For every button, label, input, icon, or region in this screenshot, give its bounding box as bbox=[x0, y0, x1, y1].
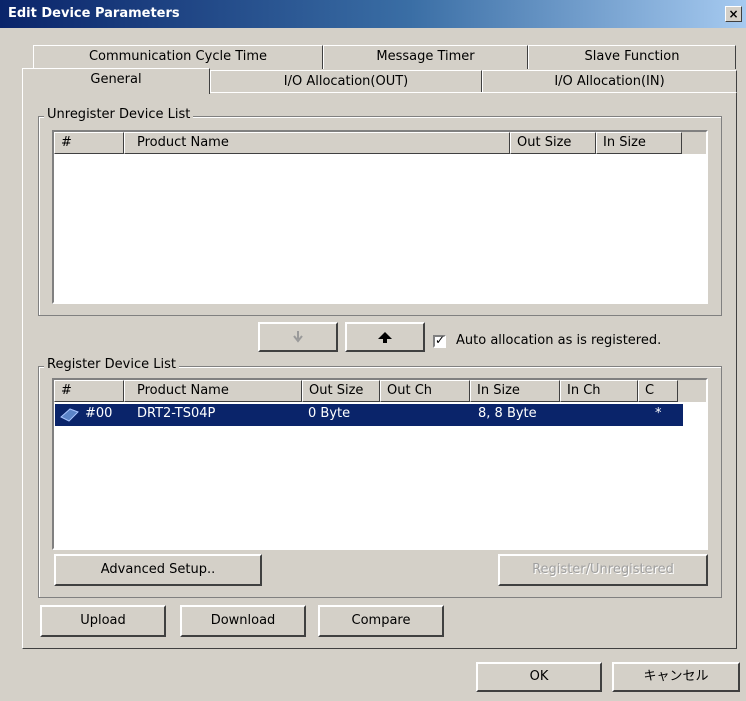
column-header-c[interactable]: C bbox=[638, 380, 678, 402]
close-button[interactable]: × bbox=[725, 6, 742, 22]
advanced-setup-button[interactable]: Advanced Setup.. bbox=[54, 554, 262, 586]
tab-io-allocation-out[interactable]: I/O Allocation(OUT) bbox=[210, 70, 482, 92]
tab-io-allocation-in[interactable]: I/O Allocation(IN) bbox=[482, 70, 737, 92]
arrow-up-icon bbox=[378, 332, 392, 343]
tab-message-timer[interactable]: Message Timer bbox=[323, 45, 528, 69]
unregister-device-list-label: Unregister Device List bbox=[44, 107, 194, 122]
column-header-out-size[interactable]: Out Size bbox=[302, 380, 380, 402]
column-header-out-size[interactable]: Out Size bbox=[510, 132, 596, 154]
window-title: Edit Device Parameters bbox=[8, 6, 180, 21]
download-button[interactable]: Download bbox=[180, 605, 306, 637]
tab-slave-function[interactable]: Slave Function bbox=[528, 45, 736, 69]
unregister-up-button[interactable] bbox=[345, 322, 425, 352]
unregister-device-list[interactable]: # Product Name Out Size In Size bbox=[52, 130, 708, 304]
tab-general[interactable]: General bbox=[22, 68, 210, 94]
arrow-down-icon bbox=[293, 331, 303, 343]
title-bar: Edit Device Parameters × bbox=[0, 0, 746, 28]
row-c: * bbox=[655, 406, 662, 421]
column-header-product-name[interactable]: Product Name bbox=[124, 380, 302, 402]
register-device-list-label: Register Device List bbox=[44, 357, 179, 372]
cancel-button[interactable]: キャンセル bbox=[612, 662, 740, 692]
column-header-product-name[interactable]: Product Name bbox=[124, 132, 510, 154]
ok-button[interactable]: OK bbox=[476, 662, 602, 692]
column-header-in-size[interactable]: In Size bbox=[596, 132, 682, 154]
row-number: #00 bbox=[85, 406, 113, 421]
compare-button[interactable]: Compare bbox=[318, 605, 444, 637]
column-header-number[interactable]: # bbox=[54, 380, 124, 402]
unregister-list-header: # Product Name Out Size In Size bbox=[54, 132, 706, 154]
auto-allocation-label: Auto allocation as is registered. bbox=[456, 333, 662, 348]
device-icon bbox=[60, 408, 79, 422]
column-header-out-ch[interactable]: Out Ch bbox=[380, 380, 470, 402]
edit-device-parameters-dialog: Edit Device Parameters × Communication C… bbox=[0, 0, 746, 701]
auto-allocation-checkbox[interactable]: ✓ bbox=[433, 333, 446, 348]
upload-button[interactable]: Upload bbox=[40, 605, 166, 637]
register-device-list[interactable]: # Product Name Out Size Out Ch In Size I… bbox=[52, 378, 708, 550]
column-header-in-ch[interactable]: In Ch bbox=[560, 380, 638, 402]
column-header-number[interactable]: # bbox=[54, 132, 124, 154]
tab-communication-cycle-time[interactable]: Communication Cycle Time bbox=[33, 45, 323, 69]
row-in-size: 8, 8 Byte bbox=[478, 406, 537, 421]
register-list-header: # Product Name Out Size Out Ch In Size I… bbox=[54, 380, 706, 402]
register-unregistered-button[interactable]: Register/Unregistered bbox=[498, 554, 708, 586]
row-out-size: 0 Byte bbox=[308, 406, 351, 421]
checkbox-checkmark: ✓ bbox=[435, 333, 446, 347]
table-row[interactable]: #00 DRT2-TS04P 0 Byte 8, 8 Byte * bbox=[55, 404, 683, 426]
row-product-name: DRT2-TS04P bbox=[137, 406, 216, 421]
column-header-in-size[interactable]: In Size bbox=[470, 380, 560, 402]
register-down-button[interactable] bbox=[258, 322, 338, 352]
